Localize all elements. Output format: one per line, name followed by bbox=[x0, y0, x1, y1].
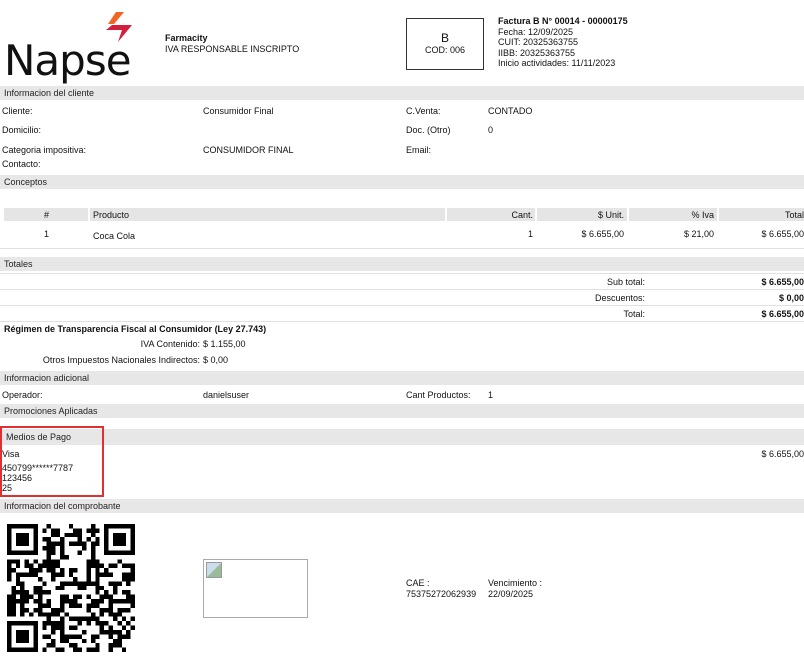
row-num: 1 bbox=[44, 229, 50, 239]
col-cant: Cant. bbox=[511, 210, 533, 220]
cliente-label: Cliente: bbox=[2, 106, 33, 116]
row-unit: $ 6.655,00 bbox=[581, 229, 624, 239]
col-iva: % Iva bbox=[691, 210, 714, 220]
row-iva: $ 21,00 bbox=[683, 229, 714, 239]
section-pago: Medios de Pago bbox=[0, 429, 804, 445]
email-label: Email: bbox=[406, 145, 432, 155]
divider bbox=[0, 273, 804, 274]
section-title: Totales bbox=[4, 259, 33, 269]
broken-image bbox=[203, 559, 308, 618]
invoice-inicio: Inicio actividades: 11/11/2023 bbox=[498, 58, 616, 68]
otros-impuestos-value: $ 0,00 bbox=[203, 355, 229, 365]
transparencia-title: Régimen de Transparencia Fiscal al Consu… bbox=[4, 324, 267, 334]
cant-productos-label: Cant Productos: bbox=[406, 390, 471, 400]
vencimiento-label: Vencimiento : bbox=[488, 578, 543, 588]
operador-value: danielsuser bbox=[203, 390, 250, 400]
qr-code bbox=[7, 524, 135, 652]
subtotal-label: Sub total: bbox=[606, 277, 645, 287]
categoria-value: CONSUMIDOR FINAL bbox=[203, 145, 294, 155]
row-producto: Coca Cola bbox=[93, 231, 136, 241]
section-conceptos: Conceptos bbox=[0, 175, 804, 189]
vencimiento-value: 22/09/2025 bbox=[488, 589, 534, 599]
logo-text: Napse bbox=[4, 36, 132, 85]
divider bbox=[0, 305, 804, 306]
contacto-label: Contacto: bbox=[2, 159, 41, 169]
col-num: # bbox=[44, 210, 50, 220]
row-total: $ 6.655,00 bbox=[761, 229, 804, 239]
invoice-info: Factura B N° 00014 - 00000175 Fecha: 12/… bbox=[498, 16, 628, 69]
section-title: Informacion adicional bbox=[4, 373, 90, 383]
section-title: Informacion del cliente bbox=[4, 88, 95, 98]
total-label: Total: bbox=[623, 309, 645, 319]
section-title: Promociones Aplicadas bbox=[4, 406, 98, 416]
section-cliente: Informacion del cliente bbox=[0, 86, 804, 100]
divider bbox=[0, 321, 804, 322]
otros-impuestos-label: Otros Impuestos Nacionales Indirectos: bbox=[42, 355, 200, 365]
section-totales: Totales bbox=[0, 257, 804, 271]
descuentos-value: $ 0,00 bbox=[778, 293, 804, 303]
cant-productos-value: 1 bbox=[488, 390, 494, 400]
cae-value: 75375272062939 bbox=[406, 589, 477, 599]
divider bbox=[0, 248, 804, 249]
section-adicional: Informacion adicional bbox=[0, 371, 804, 385]
invoice-type-box: B COD: 006 bbox=[406, 18, 484, 70]
iva-contenido-value: $ 1.155,00 bbox=[203, 339, 246, 349]
total-value: $ 6.655,00 bbox=[761, 309, 804, 319]
tax-status: IVA RESPONSABLE INSCRIPTO bbox=[165, 44, 300, 54]
invoice-cod: COD: 006 bbox=[424, 45, 466, 55]
row-cant: 1 bbox=[527, 229, 533, 239]
section-promociones: Promociones Aplicadas bbox=[0, 404, 804, 418]
invoice-title: Factura B N° 00014 - 00000175 bbox=[498, 16, 628, 26]
section-title: Conceptos bbox=[4, 177, 48, 187]
cae-label: CAE : bbox=[406, 578, 430, 588]
categoria-label: Categoria impositiva: bbox=[2, 145, 87, 155]
col-total: Total bbox=[784, 210, 804, 220]
section-title: Informacion del comprobante bbox=[4, 501, 121, 511]
cventa-value: CONTADO bbox=[488, 106, 533, 116]
invoice-date: Fecha: 12/09/2025 bbox=[498, 26, 574, 37]
subtotal-value: $ 6.655,00 bbox=[761, 277, 804, 287]
iva-contenido-label: IVA Contenido: bbox=[140, 339, 200, 349]
pago-amount: $ 6.655,00 bbox=[761, 449, 804, 459]
conceptos-header: # Producto Cant. $ Unit. % Iva Total bbox=[0, 208, 804, 222]
invoice-iibb: IIBB: 20325363755 bbox=[498, 47, 576, 58]
domicilio-label: Domicilio: bbox=[2, 125, 42, 135]
descuentos-label: Descuentos: bbox=[594, 293, 645, 303]
highlight-box bbox=[0, 426, 104, 497]
col-producto: Producto bbox=[93, 210, 130, 220]
doc-label: Doc. (Otro) bbox=[406, 125, 451, 135]
cliente-value: Consumidor Final bbox=[203, 106, 274, 116]
cventa-label: C.Venta: bbox=[406, 106, 441, 116]
col-unit: $ Unit. bbox=[597, 210, 624, 220]
table-row: 1 Coca Cola 1 $ 6.655,00 $ 21,00 $ 6.655… bbox=[0, 229, 804, 243]
divider bbox=[0, 289, 804, 290]
invoice-cuit: CUIT: 20325363755 bbox=[498, 37, 579, 47]
section-comprobante: Informacion del comprobante bbox=[0, 499, 804, 513]
doc-value: 0 bbox=[488, 125, 494, 135]
broken-image-icon bbox=[206, 562, 222, 578]
invoice-letter: B bbox=[440, 31, 449, 45]
company-name: Farmacity bbox=[165, 33, 208, 43]
operador-label: Operador: bbox=[2, 390, 43, 400]
logo: Napse bbox=[4, 10, 134, 85]
